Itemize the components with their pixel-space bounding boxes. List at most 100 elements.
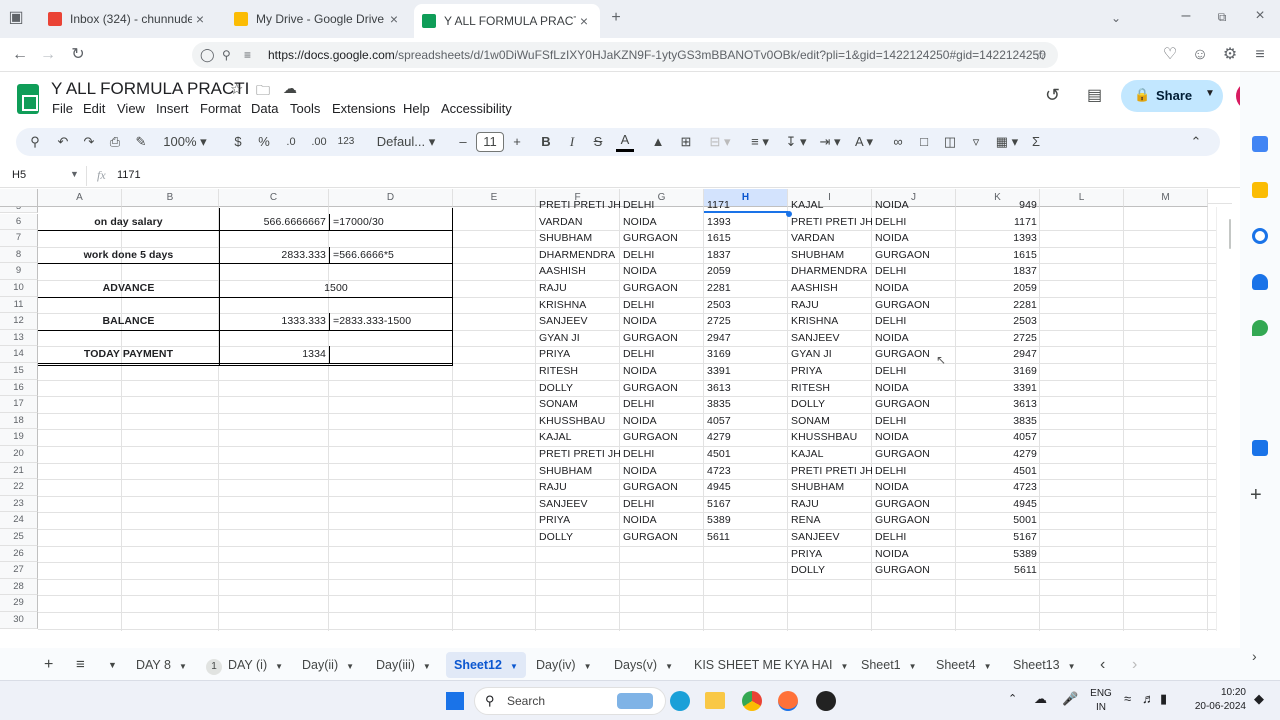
cell-name[interactable]: RAJU <box>788 297 872 314</box>
all-sheets-icon[interactable]: ≡ <box>76 655 85 675</box>
cell-amount[interactable]: 4723 <box>956 479 1040 496</box>
account-icon[interactable]: ☺ <box>1188 44 1212 66</box>
cell-city[interactable]: GURGAON <box>620 529 704 546</box>
cell-name[interactable]: KHUSSHBAU <box>536 413 620 430</box>
row-header-20[interactable]: 20 <box>0 446 38 463</box>
clock-date[interactable]: 20-06-2024 <box>1186 701 1246 712</box>
text-rotation-icon[interactable]: A ▾ <box>850 132 878 152</box>
cell-amount[interactable]: 2725 <box>956 330 1040 347</box>
chevron-right-icon[interactable]: › <box>1252 648 1257 664</box>
text-color-button[interactable]: A <box>616 132 634 152</box>
cell-city[interactable]: NOIDA <box>872 380 956 397</box>
close-icon[interactable]: × <box>386 11 402 27</box>
cell-amount[interactable]: 3613 <box>704 380 788 397</box>
cell-amount[interactable]: 4279 <box>704 429 788 446</box>
cell-amount[interactable]: 3835 <box>956 413 1040 430</box>
cell-amount[interactable]: 949 <box>956 197 1040 214</box>
cell-city[interactable]: NOIDA <box>620 214 704 231</box>
cell-name[interactable]: SONAM <box>788 413 872 430</box>
cell-city[interactable]: NOIDA <box>872 429 956 446</box>
cell-amount[interactable]: 2947 <box>704 330 788 347</box>
cell-amount[interactable]: 3613 <box>956 396 1040 413</box>
edge-icon[interactable] <box>670 691 690 711</box>
cell-city[interactable]: GURGAON <box>872 297 956 314</box>
comments-icon[interactable]: ▤ <box>1087 85 1102 105</box>
new-tab-icon[interactable]: + <box>604 7 628 29</box>
add-sheet-icon[interactable]: + <box>44 655 53 675</box>
chevron-down-icon[interactable]: ▼ <box>179 662 187 671</box>
cell-city[interactable]: GURGAON <box>872 562 956 579</box>
spreadsheet-grid[interactable]: ABCDEFGHIJKLM 56789101112131415161718192… <box>0 189 1232 631</box>
cell-amount[interactable]: 2281 <box>704 280 788 297</box>
browser-tab-gmail[interactable]: Inbox (324) - chunnudelhi111@ × <box>40 4 216 34</box>
cell-amount[interactable]: 1837 <box>956 263 1040 280</box>
cell-name[interactable]: SHUBHAM <box>788 479 872 496</box>
cell-city[interactable]: GURGAON <box>620 479 704 496</box>
fill-handle[interactable] <box>786 211 792 217</box>
back-icon[interactable]: ← <box>8 44 32 66</box>
cell-name[interactable]: SANJEEV <box>788 529 872 546</box>
vertical-align-icon[interactable]: ↧ ▾ <box>782 132 810 152</box>
cell-name[interactable]: KAJAL <box>788 197 872 214</box>
chevron-down-icon[interactable]: ▼ <box>840 662 848 671</box>
row-header-16[interactable]: 16 <box>0 379 38 397</box>
cell-amount[interactable]: 5389 <box>704 512 788 529</box>
star-icon[interactable]: ☆ <box>230 80 243 98</box>
row-header-9[interactable]: 9 <box>0 263 38 280</box>
percent-button[interactable]: % <box>256 132 272 152</box>
cell-amount[interactable]: 2281 <box>956 297 1040 314</box>
calendar-icon[interactable] <box>1252 136 1268 152</box>
column-header-b[interactable]: B <box>122 189 219 207</box>
cell-amount[interactable]: 1837 <box>704 247 788 264</box>
browser-tab-drive[interactable]: My Drive - Google Drive × <box>226 4 410 34</box>
sheet-tab-day-iv[interactable]: Day(iv) ▼ <box>536 655 592 675</box>
cell-city[interactable]: GURGAON <box>872 496 956 513</box>
more-formats-button[interactable]: 123 <box>334 132 358 152</box>
cell-amount[interactable]: 4501 <box>704 446 788 463</box>
add-addon-icon[interactable]: + <box>1250 484 1262 507</box>
cell-amount[interactable]: 3835 <box>704 396 788 413</box>
column-header-d[interactable]: D <box>329 189 453 207</box>
cell-amount[interactable]: 3391 <box>704 363 788 380</box>
cell-amount[interactable]: 4057 <box>704 413 788 430</box>
chevron-down-icon[interactable]: ▼ <box>510 662 518 671</box>
cell-amount[interactable]: 2725 <box>704 313 788 330</box>
font-size-increase-button[interactable]: + <box>510 132 524 152</box>
row-header-23[interactable]: 23 <box>0 495 38 513</box>
sheet-tab-day-ii[interactable]: Day(ii) ▼ <box>302 655 354 675</box>
keep-icon[interactable] <box>1252 182 1268 198</box>
row-header-5[interactable]: 5 <box>0 207 38 213</box>
cell-name[interactable]: PRIYA <box>536 346 620 363</box>
menu-help[interactable]: Help <box>403 101 430 116</box>
bookmark-star-icon[interactable]: ☆ <box>1034 42 1047 68</box>
cell-name[interactable]: SANJEEV <box>788 330 872 347</box>
cell-name[interactable]: RITESH <box>536 363 620 380</box>
cell-city[interactable]: DELHI <box>872 463 956 480</box>
cell-amount[interactable]: 1393 <box>956 230 1040 247</box>
row-header-22[interactable]: 22 <box>0 479 38 496</box>
row-header-28[interactable]: 28 <box>0 578 38 596</box>
cell-name[interactable]: GYAN JI <box>536 330 620 347</box>
row-header-15[interactable]: 15 <box>0 363 38 380</box>
cell-amount[interactable]: 4057 <box>956 429 1040 446</box>
merge-cells-icon[interactable]: ⊟ ▾ <box>706 132 734 152</box>
cell-city[interactable]: DELHI <box>872 214 956 231</box>
cell-city[interactable]: NOIDA <box>872 280 956 297</box>
cell-amount[interactable]: 3391 <box>956 380 1040 397</box>
chevron-down-icon[interactable]: ▼ <box>984 662 992 671</box>
font-size-input[interactable]: 11 <box>476 132 504 152</box>
tasks-icon[interactable] <box>1252 228 1268 244</box>
cell-amount[interactable]: 1171 <box>956 214 1040 231</box>
cell-amount[interactable]: 5389 <box>956 546 1040 563</box>
restore-icon[interactable]: ⧉ <box>1210 6 1234 28</box>
cell-name[interactable]: PRETI PRETI JHA <box>788 214 872 231</box>
reload-icon[interactable]: ↻ <box>66 44 90 66</box>
browser-menu-icon[interactable]: ≡ <box>1248 44 1272 66</box>
extensions-icon[interactable]: ⚙ <box>1218 44 1242 66</box>
chevron-down-icon[interactable]: ▼ <box>665 662 673 671</box>
sheets-logo-icon[interactable] <box>17 84 39 114</box>
windows-start-icon[interactable] <box>446 692 464 710</box>
chevron-down-icon[interactable]: ▼ <box>1068 662 1076 671</box>
cell-amount[interactable]: 2503 <box>956 313 1040 330</box>
cell-city[interactable]: NOIDA <box>872 546 956 563</box>
